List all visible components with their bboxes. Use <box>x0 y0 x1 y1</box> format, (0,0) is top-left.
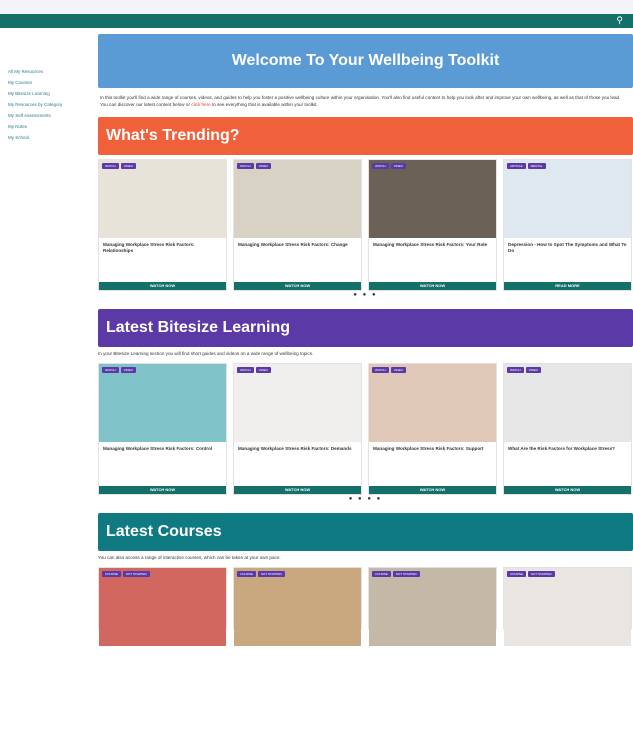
card-thumbnail[interactable]: COURSE NOT STARTED <box>369 567 496 646</box>
card-action-button[interactable]: WATCH NOW <box>234 485 361 494</box>
card-thumbnail[interactable]: COURSE NOT STARTED <box>234 567 361 646</box>
resource-card[interactable]: WATCH VIDEO Managing Workplace Stress Risk… <box>368 362 497 495</box>
card-tag: NOT STARTED <box>527 570 555 577</box>
card-tag: WATCH <box>102 162 119 169</box>
card-action-button[interactable]: READ MORE <box>504 281 631 290</box>
resource-card[interactable]: COURSE NOT STARTED <box>233 566 362 646</box>
card-tag: COURSE <box>372 570 391 577</box>
courses-banner: Latest Courses <box>98 512 633 551</box>
trending-cards: WATCH VIDEO Managing Workplace Stress Risk… <box>98 158 633 291</box>
sidebar-item-school[interactable]: My School <box>0 132 92 143</box>
card-tag: WATCH <box>372 366 389 373</box>
card-title[interactable]: Managing Workplace Stress Risk Factors: … <box>369 442 496 454</box>
resource-card[interactable]: WATCH VIDEO Managing Workplace Stress Risk… <box>368 158 497 291</box>
card-tag: COURSE <box>237 570 256 577</box>
sidebar: All My Resources My Courses My Bitesize … <box>0 28 92 735</box>
resource-card[interactable]: WATCH VIDEO What Are the Risk Factors for … <box>503 362 632 495</box>
card-tag: MENTAL <box>527 162 546 169</box>
card-tag: VIDEO <box>525 366 542 373</box>
main-content: Welcome To Your Wellbeing Toolkit In thi… <box>92 28 633 735</box>
resource-card[interactable]: COURSE NOT STARTED <box>503 566 632 646</box>
resource-card[interactable]: COURSE NOT STARTED <box>98 566 227 646</box>
card-thumbnail[interactable]: COURSE NOT STARTED <box>99 567 226 646</box>
card-tag: WATCH <box>372 162 389 169</box>
resource-card[interactable]: WATCH VIDEO Managing Workplace Stress Risk… <box>233 362 362 495</box>
trending-banner: What's Trending? <box>98 116 633 155</box>
card-tag: NOT STARTED <box>392 570 420 577</box>
card-thumbnail[interactable]: COURSE NOT STARTED <box>504 567 631 646</box>
card-thumbnail[interactable]: WATCH VIDEO <box>504 363 631 442</box>
card-tag: VIDEO <box>390 366 407 373</box>
resource-card[interactable]: WATCH VIDEO Managing Workplace Stress Risk… <box>98 362 227 495</box>
card-tag: WATCH <box>102 366 119 373</box>
card-action-button[interactable]: WATCH NOW <box>234 281 361 290</box>
card-tag: WATCH <box>237 162 254 169</box>
card-tag: VIDEO <box>120 162 137 169</box>
card-title[interactable]: Managing Workplace Stress Risk Factors: … <box>234 442 361 454</box>
bitesize-banner: Latest Bitesize Learning <box>98 308 633 347</box>
card-tag: ARTICLE <box>507 162 526 169</box>
card-action-button[interactable]: WATCH NOW <box>369 281 496 290</box>
card-title[interactable]: Managing Workplace Stress Risk Factors: … <box>369 238 496 250</box>
card-title[interactable]: Managing Workplace Stress Risk Factors: … <box>99 442 226 454</box>
card-action-button[interactable]: WATCH NOW <box>369 485 496 494</box>
card-title[interactable]: Depression - How to Spot The Symptoms an… <box>504 238 631 256</box>
card-tag: COURSE <box>102 570 121 577</box>
sidebar-item-all-resources[interactable]: All My Resources <box>0 66 92 77</box>
card-thumbnail[interactable]: WATCH VIDEO <box>99 159 226 238</box>
carousel-dots[interactable]: ● ● ● <box>98 291 633 299</box>
sidebar-item-bitesize[interactable]: My Bitesize Learning <box>0 88 92 99</box>
card-tag: NOT STARTED <box>257 570 285 577</box>
card-tag: COURSE <box>507 570 526 577</box>
card-action-button[interactable]: WATCH NOW <box>99 485 226 494</box>
card-tag: VIDEO <box>255 162 272 169</box>
card-tag: NOT STARTED <box>122 570 150 577</box>
card-thumbnail[interactable]: ARTICLE MENTAL <box>504 159 631 238</box>
carousel-dots[interactable]: ● ● ● ● <box>98 495 633 503</box>
top-bar: ⚲ <box>0 14 633 28</box>
courses-subtitle: You can also access a range of interacti… <box>98 554 281 560</box>
sidebar-item-notes[interactable]: My Notes <box>0 121 92 132</box>
sidebar-item-self-assessments[interactable]: My Self Assessments <box>0 110 92 121</box>
card-thumbnail[interactable]: WATCH VIDEO <box>369 159 496 238</box>
card-title[interactable]: Managing Workplace Stress Risk Factors: … <box>234 238 361 250</box>
card-thumbnail[interactable]: WATCH VIDEO <box>234 363 361 442</box>
card-tag: WATCH <box>237 366 254 373</box>
card-action-button[interactable]: WATCH NOW <box>504 485 631 494</box>
card-thumbnail[interactable]: WATCH VIDEO <box>99 363 226 442</box>
resource-card[interactable]: WATCH VIDEO Managing Workplace Stress Risk… <box>233 158 362 291</box>
card-tag: VIDEO <box>390 162 407 169</box>
sidebar-item-by-category[interactable]: My Resources by Category <box>0 99 92 110</box>
resource-card[interactable]: ARTICLE MENTAL Depression - How to Spot Th… <box>503 158 632 291</box>
card-thumbnail[interactable]: WATCH VIDEO <box>234 159 361 238</box>
card-title[interactable]: Managing Workplace Stress Risk Factors: … <box>99 238 226 256</box>
intro-text: In this toolkit you'll find a wide range… <box>100 95 621 108</box>
search-icon[interactable]: ⚲ <box>616 15 623 26</box>
sidebar-item-courses[interactable]: My Courses <box>0 77 92 88</box>
click-here-link[interactable]: click here <box>191 102 210 107</box>
resource-card[interactable]: WATCH VIDEO Managing Workplace Stress Risk… <box>98 158 227 291</box>
card-thumbnail[interactable]: WATCH VIDEO <box>369 363 496 442</box>
page-title: Welcome To Your Wellbeing Toolkit <box>98 34 633 88</box>
bitesize-cards: WATCH VIDEO Managing Workplace Stress Risk… <box>98 362 633 495</box>
resource-card[interactable]: COURSE NOT STARTED <box>368 566 497 646</box>
bitesize-subtitle: In your Bitesize Learning section you wi… <box>98 350 314 356</box>
courses-cards: COURSE NOT STARTED COURSE NOT STARTED COURSE… <box>98 566 633 646</box>
card-tag: VIDEO <box>120 366 137 373</box>
card-action-button[interactable]: WATCH NOW <box>99 281 226 290</box>
card-tag: VIDEO <box>255 366 272 373</box>
card-title[interactable]: What Are the Risk Factors for Workplace … <box>504 442 631 454</box>
card-tag: WATCH <box>507 366 524 373</box>
